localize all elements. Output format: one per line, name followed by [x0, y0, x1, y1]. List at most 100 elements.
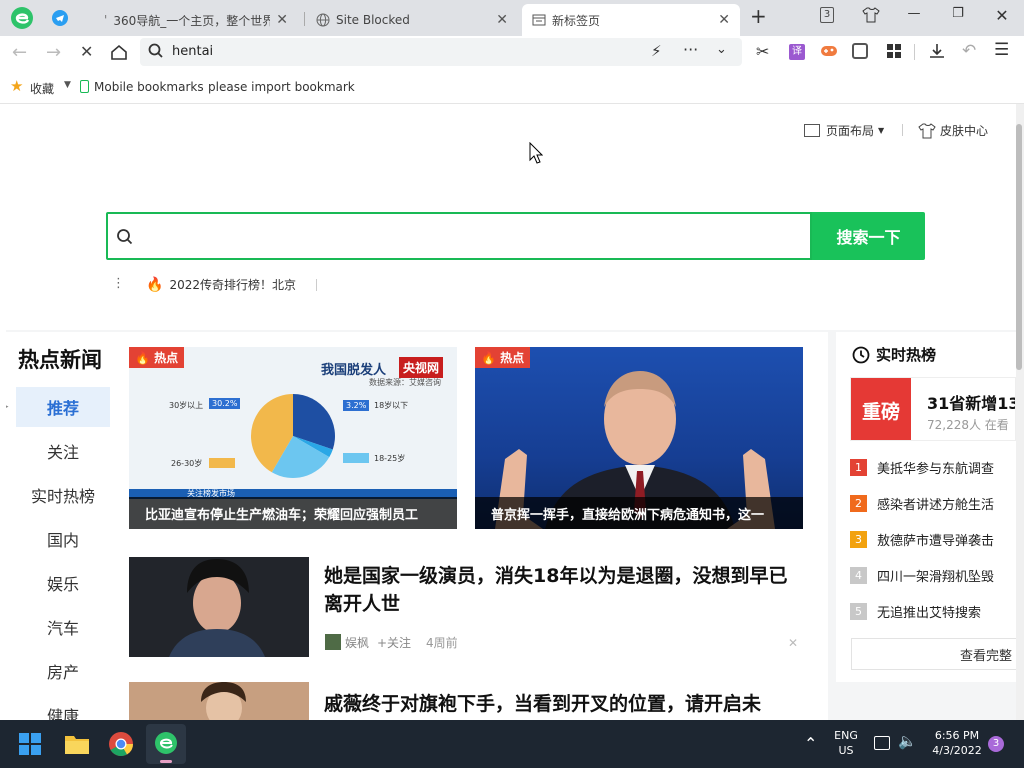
suggestion-more-icon[interactable]: ⋮ [112, 276, 125, 291]
address-text[interactable]: hentai [172, 44, 213, 59]
trending-item[interactable]: 5 无追推出艾特搜索 [850, 601, 1016, 621]
skin-center-label: 皮肤中心 [940, 124, 989, 138]
network-icon[interactable] [874, 736, 890, 750]
download-icon[interactable] [928, 42, 946, 60]
navigation-toolbar: ← → ✕ hentai ⚡ ··· ⌄ ✂ 译 ↶ ☰ [0, 36, 1024, 68]
dismiss-icon[interactable]: ✕ [788, 636, 798, 650]
trending-item[interactable]: 3 敖德萨市遭导弹袭击 [850, 529, 1016, 549]
article-title[interactable]: 她是国家一级演员，消失18年以为是退圈，没想到早已离开人世 [324, 562, 800, 618]
skin-icon[interactable] [862, 6, 880, 24]
hot-badge-label: 热点 [154, 351, 179, 365]
clock-time: 6:56 PM [934, 729, 980, 742]
minimize-button[interactable]: — [900, 6, 928, 26]
tab-site-blocked[interactable]: Site Blocked ✕ [306, 4, 518, 36]
feature-card-putin[interactable]: 🔥 热点 普京挥一挥手，直接给欧洲下病危通知书，这一 [475, 347, 803, 529]
telegram-icon[interactable] [52, 10, 68, 26]
tab-360-navigation[interactable]: ' 360导航_一个主页，整个世界 ✕ [94, 4, 298, 36]
category-entertainment[interactable]: 娱乐 [16, 563, 110, 603]
chevron-down-icon[interactable]: ⌄ [716, 42, 727, 57]
chrome-icon[interactable] [108, 731, 134, 757]
favorites-button[interactable]: 收藏 [30, 80, 54, 97]
trending-item[interactable]: 2 感染者讲述方舱生活 [850, 493, 1016, 513]
reading-icon[interactable] [852, 43, 868, 59]
hot-suggestion[interactable]: 🔥 2022传奇排行榜！北京 [146, 276, 296, 293]
top-story-meta: 72,228人 在看 [927, 418, 1009, 432]
apps-grid-icon[interactable] [886, 43, 902, 59]
pie-label-18to25: 18-25岁 [374, 454, 406, 463]
layout-menu[interactable]: 页面布局 ▼ [804, 122, 884, 139]
skin-center-button[interactable]: 皮肤中心 [918, 122, 988, 139]
lightning-icon[interactable]: ⚡ [651, 42, 662, 60]
tab-new-tab[interactable]: 新标签页 ✕ [522, 4, 740, 36]
news-category-nav: 推荐 关注 实时热榜 国内 娱乐 汽车 房产 健康 [6, 384, 118, 720]
restore-button[interactable]: ❐ [944, 6, 972, 26]
trending-item[interactable]: 1 美抵华参与东航调查 [850, 457, 1016, 477]
tab-close-icon[interactable]: ✕ [496, 12, 508, 28]
card-caption: 比亚迪宣布停止生产燃油车；荣耀回应强制员工 [129, 497, 457, 529]
rank-badge: 4 [850, 566, 867, 584]
forward-icon[interactable]: → [46, 42, 61, 63]
feature-card-byd[interactable]: 我国脱发人 央视网 数据来源：艾媒咨询 30岁以上 30.2% 3.2% 18岁… [129, 347, 457, 529]
category-recommend[interactable]: 推荐 [16, 387, 110, 427]
layout-icon [804, 124, 820, 137]
region-label: US [838, 744, 854, 757]
bookmark-mobile[interactable]: Mobile bookmarks [94, 80, 204, 94]
author-avatar[interactable] [325, 634, 341, 650]
more-icon[interactable]: ··· [683, 40, 698, 59]
view-full-list-button[interactable]: 查看完整 [851, 638, 1016, 670]
caret-down-icon[interactable]: ▼ [64, 80, 71, 90]
close-window-button[interactable]: ✕ [988, 6, 1016, 26]
stop-loading-icon[interactable]: ✕ [80, 42, 93, 61]
back-icon[interactable]: ← [12, 42, 27, 63]
bookmark-import[interactable]: please import bookmark [208, 80, 355, 94]
undo-icon[interactable]: ↶ [962, 41, 976, 61]
trending-item[interactable]: 4 四川一架滑翔机坠毁 [850, 565, 1016, 585]
address-bar[interactable]: hentai ⚡ ··· ⌄ [140, 38, 742, 66]
search-button[interactable]: 搜索一下 [812, 212, 925, 260]
trending-top-card[interactable]: 重磅 31省新增13 72,228人 在看 [850, 377, 1016, 441]
article-title[interactable]: 戚薇终于对旗袍下手，当看到开叉的位置，请开启未 [324, 690, 800, 718]
scrollbar-thumb[interactable] [1016, 124, 1022, 370]
caret-down-icon: ▼ [878, 126, 885, 135]
clock[interactable]: 6:56 PM 4/3/2022 [924, 728, 990, 758]
windows-taskbar: ⌃ ENG US 🔈 6:56 PM 4/3/2022 3 [0, 720, 1024, 768]
follow-button[interactable]: +关注 [377, 634, 411, 651]
page-scrollbar[interactable] [1016, 104, 1024, 720]
category-health[interactable]: 健康 [16, 695, 110, 720]
mobile-icon [80, 80, 89, 93]
card-image-note: 数据来源：艾媒咨询 [369, 378, 441, 387]
search-input[interactable] [106, 212, 812, 260]
360-browser-icon[interactable] [146, 724, 186, 764]
scissors-icon[interactable]: ✂ [756, 42, 769, 61]
category-domestic[interactable]: 国内 [16, 519, 110, 559]
category-realtime-hot[interactable]: 实时热榜 [16, 475, 110, 515]
volume-icon[interactable]: 🔈 [898, 732, 917, 750]
tab-close-icon[interactable]: ✕ [718, 12, 730, 28]
clock-date: 4/3/2022 [932, 744, 982, 757]
translate-icon[interactable]: 译 [789, 44, 805, 60]
game-controller-icon[interactable] [820, 44, 838, 58]
new-tab-button[interactable]: + [750, 4, 767, 28]
language-indicator[interactable]: ENG US [832, 728, 860, 758]
hot-badge: 🔥 热点 [475, 347, 531, 368]
article-thumbnail[interactable] [129, 682, 309, 720]
home-icon[interactable] [110, 43, 128, 61]
start-icon[interactable] [18, 732, 42, 756]
fire-icon: 🔥 [146, 276, 164, 293]
menu-icon[interactable]: ☰ [994, 40, 1009, 60]
category-realestate[interactable]: 房产 [16, 651, 110, 691]
file-explorer-icon[interactable] [64, 732, 90, 756]
article-author[interactable]: 娱枫 [345, 634, 369, 651]
trending-item-text: 四川一架滑翔机坠毁 [877, 569, 995, 585]
trending-header: 实时热榜 [852, 344, 936, 365]
hot-badge-label: 热点 [500, 351, 525, 365]
chevron-up-icon[interactable]: ⌃ [804, 734, 817, 753]
tab-close-icon[interactable]: ✕ [276, 12, 288, 28]
notification-badge[interactable]: 3 [988, 736, 1004, 752]
tab-list-button[interactable]: 3 [820, 7, 834, 23]
article-thumbnail[interactable] [129, 557, 309, 657]
browser-logo-icon[interactable] [10, 6, 34, 30]
trending-item-text: 敖德萨市遭导弹袭击 [877, 533, 995, 549]
category-follow[interactable]: 关注 [16, 431, 110, 471]
category-auto[interactable]: 汽车 [16, 607, 110, 647]
